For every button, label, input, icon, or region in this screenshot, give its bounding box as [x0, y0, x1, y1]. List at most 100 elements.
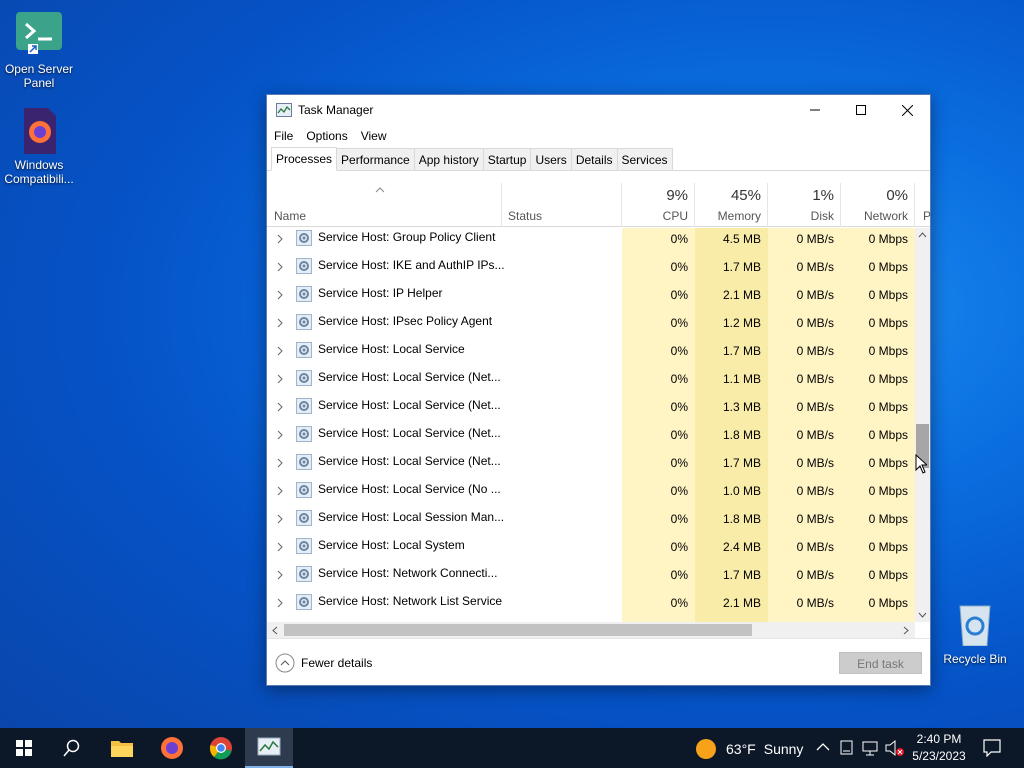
- volume-muted-icon[interactable]: [885, 739, 907, 757]
- scroll-left-icon[interactable]: [272, 626, 278, 635]
- title-bar[interactable]: Task Manager: [267, 95, 930, 125]
- search-icon: [63, 739, 80, 757]
- column-header-memory[interactable]: 45% Memory: [695, 183, 768, 227]
- horizontal-scroll-thumb[interactable]: [284, 624, 752, 636]
- cpu-cell: 0%: [670, 428, 688, 442]
- table-row[interactable]: Service Host: Local Service 0% 1.7 MB 0 MB/…: [267, 337, 915, 365]
- weather-widget[interactable]: 63°F Sunny: [695, 738, 803, 760]
- column-header-power[interactable]: P: [915, 183, 931, 227]
- network-cell: 0 Mbps: [868, 596, 908, 610]
- footer: Fewer details End task: [267, 638, 930, 685]
- table-row[interactable]: Service Host: IP Helper 0% 2.1 MB 0 MB/s 0 M…: [267, 281, 915, 309]
- chevron-right-icon[interactable]: [276, 457, 284, 469]
- chevron-up-icon[interactable]: [816, 742, 830, 752]
- desktop-icon-open-server-panel[interactable]: Open Server Panel: [0, 12, 78, 90]
- taskbar-chrome[interactable]: [197, 728, 245, 768]
- start-button[interactable]: [0, 728, 48, 768]
- chevron-right-icon[interactable]: [276, 289, 284, 301]
- scroll-up-icon[interactable]: [918, 232, 927, 238]
- scroll-right-icon[interactable]: [903, 626, 909, 635]
- cpu-cell: 0%: [670, 596, 688, 610]
- table-row[interactable]: Service Host: Local System 0% 2.4 MB 0 MB/s…: [267, 533, 915, 561]
- table-row[interactable]: Service Host: Network List Service 0% 2.1 …: [267, 589, 915, 617]
- firefox-document-icon: [14, 108, 64, 154]
- table-row[interactable]: Service Host: Local Service (Net... 0% 1.3…: [267, 393, 915, 421]
- taskbar-file-explorer[interactable]: [98, 728, 146, 768]
- tablet-icon[interactable]: [840, 740, 854, 756]
- table-row[interactable]: Service Host: Group Policy Client 0% 4.5 M…: [267, 228, 915, 253]
- clock[interactable]: 2:40 PM 5/23/2023: [907, 731, 971, 765]
- process-name: Service Host: Local Service (Net...: [318, 370, 501, 384]
- desktop-icon-windows-compatibility[interactable]: Windows Compatibili...: [0, 108, 78, 186]
- tab-users[interactable]: Users: [530, 148, 572, 170]
- chevron-right-icon[interactable]: [276, 485, 284, 497]
- network-cell: 0 Mbps: [868, 288, 908, 302]
- network-cell: 0 Mbps: [868, 456, 908, 470]
- column-header-name[interactable]: Name: [267, 183, 502, 227]
- chevron-right-icon[interactable]: [276, 569, 284, 581]
- tab-app-history[interactable]: App history: [413, 148, 484, 170]
- fewer-details-button[interactable]: Fewer details: [275, 653, 372, 673]
- memory-cell: 2.1 MB: [722, 288, 761, 302]
- table-row[interactable]: Service Host: Network Connecti... 0% 1.7 M…: [267, 561, 915, 589]
- horizontal-scrollbar[interactable]: [267, 622, 915, 638]
- scroll-down-icon[interactable]: [918, 612, 927, 618]
- close-button[interactable]: [884, 95, 930, 125]
- network-cell: 0 Mbps: [868, 428, 908, 442]
- column-header-disk[interactable]: 1% Disk: [768, 183, 841, 227]
- tab-startup[interactable]: Startup: [482, 148, 532, 170]
- chevron-right-icon[interactable]: [276, 373, 284, 385]
- chevron-right-icon[interactable]: [276, 233, 284, 245]
- table-row[interactable]: Service Host: Local Service (Net... 0% 1.8…: [267, 421, 915, 449]
- cpu-total: 9%: [666, 187, 688, 204]
- chevron-right-icon[interactable]: [276, 261, 284, 273]
- network-icon[interactable]: [862, 740, 880, 756]
- gear-icon: [296, 482, 312, 498]
- chevron-right-icon[interactable]: [276, 401, 284, 413]
- menu-view[interactable]: View: [361, 129, 387, 143]
- vertical-scrollbar[interactable]: [915, 228, 930, 622]
- column-header-network[interactable]: 0% Network: [841, 183, 915, 227]
- cpu-cell: 0%: [670, 232, 688, 246]
- table-row[interactable]: Service Host: IPsec Policy Agent 0% 1.2 MB…: [267, 309, 915, 337]
- chevron-right-icon[interactable]: [276, 513, 284, 525]
- column-header-cpu[interactable]: 9% CPU: [622, 183, 695, 227]
- notification-icon[interactable]: [983, 739, 1001, 757]
- desktop-icon-recycle-bin[interactable]: Recycle Bin: [936, 602, 1014, 666]
- table-row[interactable]: Service Host: Local Session Man... 0% 1.8 …: [267, 505, 915, 533]
- column-header-status[interactable]: Status: [502, 183, 622, 227]
- chevron-right-icon[interactable]: [276, 317, 284, 329]
- menu-file[interactable]: File: [274, 129, 293, 143]
- maximize-button[interactable]: [838, 95, 884, 125]
- chevron-right-icon[interactable]: [276, 597, 284, 609]
- taskbar-task-manager[interactable]: [245, 728, 293, 768]
- tab-performance[interactable]: Performance: [336, 148, 415, 170]
- cpu-cell: 0%: [670, 344, 688, 358]
- chevron-right-icon[interactable]: [276, 345, 284, 357]
- minimize-button[interactable]: [792, 95, 838, 125]
- search-button[interactable]: [48, 728, 96, 768]
- terminal-icon: [14, 12, 64, 58]
- menu-options[interactable]: Options: [306, 129, 347, 143]
- gear-icon: [296, 370, 312, 386]
- table-row[interactable]: Service Host: Local Service (Net... 0% 1.7…: [267, 449, 915, 477]
- tab-services[interactable]: Services: [616, 148, 673, 170]
- table-row[interactable]: Service Host: IKE and AuthIP IPs... 0% 1.7…: [267, 253, 915, 281]
- end-task-button[interactable]: End task: [839, 652, 922, 674]
- network-cell: 0 Mbps: [868, 512, 908, 526]
- recycle-bin-icon: [950, 602, 1000, 648]
- tab-processes[interactable]: Processes: [271, 147, 338, 171]
- chevron-right-icon[interactable]: [276, 541, 284, 553]
- gear-icon: [296, 258, 312, 274]
- chevron-right-icon[interactable]: [276, 429, 284, 441]
- disk-cell: 0 MB/s: [796, 512, 834, 526]
- taskbar-firefox[interactable]: [148, 728, 196, 768]
- tab-details[interactable]: Details: [570, 148, 618, 170]
- weather-condition: Sunny: [763, 741, 804, 757]
- table-row[interactable]: Service Host: Local Service (Net... 0% 1.1…: [267, 365, 915, 393]
- disk-cell: 0 MB/s: [796, 288, 834, 302]
- memory-cell: 1.7 MB: [722, 568, 761, 582]
- table-row[interactable]: Service Host: Local Service (No ... 0% 1.0…: [267, 477, 915, 505]
- mouse-cursor-icon: [915, 454, 927, 474]
- gear-icon: [296, 398, 312, 414]
